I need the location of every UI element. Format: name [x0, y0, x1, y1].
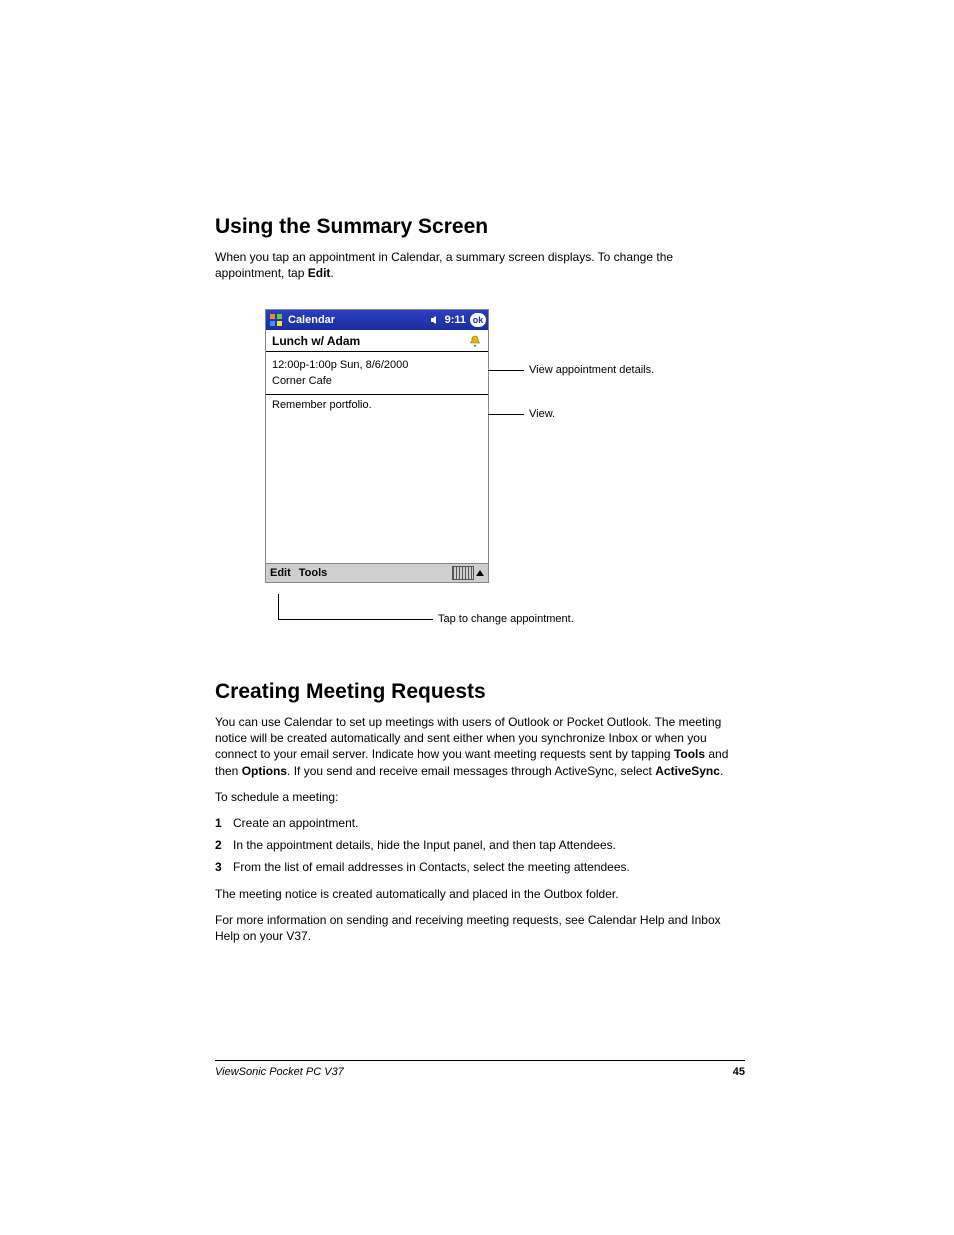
callout-tap-change: Tap to change appointment. — [438, 613, 574, 625]
sip-menu-arrow-icon[interactable] — [476, 570, 484, 576]
leader-line — [488, 414, 524, 415]
reminder-bell-icon[interactable] — [468, 334, 482, 348]
ok-button[interactable]: ok — [470, 313, 486, 327]
step-number: 2 — [215, 837, 233, 853]
para-meeting-intro: You can use Calendar to set up meetings … — [215, 714, 745, 779]
page-footer: ViewSonic Pocket PC V37 45 — [215, 1066, 745, 1078]
manual-page: Using the Summary Screen When you tap an… — [0, 0, 954, 1235]
appointment-details: 12:00p-1:00p Sun, 8/6/2000 Corner Cafe — [266, 352, 488, 395]
step-2: 2 In the appointment details, hide the I… — [215, 837, 745, 853]
start-icon[interactable] — [268, 312, 284, 328]
section-creating-meeting-requests: Creating Meeting Requests You can use Ca… — [215, 680, 745, 954]
heading-using-summary: Using the Summary Screen — [215, 215, 745, 239]
text: . — [613, 838, 616, 852]
text: . — [720, 764, 723, 778]
titlebar-time: 9:11 — [445, 314, 466, 326]
footer-page-number: 45 — [733, 1066, 745, 1078]
step-number: 3 — [215, 859, 233, 875]
steps-list: 1 Create an appointment. 2 In the appoin… — [215, 815, 745, 876]
bold-edit: Edit — [308, 266, 331, 280]
text: When you tap an appointment in Calendar,… — [215, 250, 673, 280]
text: . If you send and receive email messages… — [287, 764, 655, 778]
leader-line — [278, 594, 279, 619]
details-location: Corner Cafe — [272, 374, 482, 390]
step-number: 1 — [215, 815, 233, 831]
footer-rule — [215, 1060, 745, 1061]
pocketpc-device: Calendar 9:11 ok Lunch w/ Adam 12:00p-1:… — [265, 309, 489, 583]
sip-keyboard-icon[interactable] — [452, 566, 474, 580]
step-1: 1 Create an appointment. — [215, 815, 745, 831]
appointment-title: Lunch w/ Adam — [272, 334, 468, 348]
callout-view-details: View appointment details. — [529, 364, 654, 376]
text-bold: Attendees — [559, 838, 613, 852]
speaker-icon[interactable] — [429, 315, 441, 325]
bold-options: Options — [242, 764, 287, 778]
appointment-notes: Remember portfolio. — [266, 395, 488, 563]
notes-text: Remember portfolio. — [272, 399, 372, 411]
menu-edit[interactable]: Edit — [270, 567, 291, 579]
figure-summary-screen: Calendar 9:11 ok Lunch w/ Adam 12:00p-1:… — [215, 309, 745, 649]
text: From the list of email addresses in Cont… — [233, 860, 630, 874]
para-outbox: The meeting notice is created automatica… — [215, 886, 745, 902]
step-text: From the list of email addresses in Cont… — [233, 859, 745, 875]
bold-tools: Tools — [674, 747, 705, 761]
step-text: In the appointment details, hide the Inp… — [233, 837, 745, 853]
text: You can use Calendar to set up meetings … — [215, 715, 721, 761]
text: In the appointment details, hide the Inp… — [233, 838, 559, 852]
titlebar-appname: Calendar — [288, 314, 335, 326]
details-datetime: 12:00p-1:00p Sun, 8/6/2000 — [272, 358, 482, 374]
appointment-header: Lunch w/ Adam — [266, 330, 488, 352]
menu-tools[interactable]: Tools — [299, 567, 328, 579]
title-bar: Calendar 9:11 ok — [266, 310, 488, 330]
footer-product: ViewSonic Pocket PC V37 — [215, 1066, 733, 1078]
heading-meeting-requests: Creating Meeting Requests — [215, 680, 745, 704]
text: . — [330, 266, 333, 280]
section-using-summary: Using the Summary Screen When you tap an… — [215, 215, 745, 673]
leader-line — [278, 619, 433, 620]
command-bar: Edit Tools — [266, 563, 488, 582]
step-3: 3 From the list of email addresses in Co… — [215, 859, 745, 875]
leader-line — [488, 370, 524, 371]
para-more-info: For more information on sending and rece… — [215, 912, 745, 944]
para-summary-intro: When you tap an appointment in Calendar,… — [215, 249, 745, 281]
para-schedule-lead: To schedule a meeting: — [215, 789, 745, 805]
step-text: Create an appointment. — [233, 815, 745, 831]
text: Create an appointment. — [233, 816, 358, 830]
bold-activesync: ActiveSync — [655, 764, 720, 778]
callout-view: View. — [529, 408, 555, 420]
